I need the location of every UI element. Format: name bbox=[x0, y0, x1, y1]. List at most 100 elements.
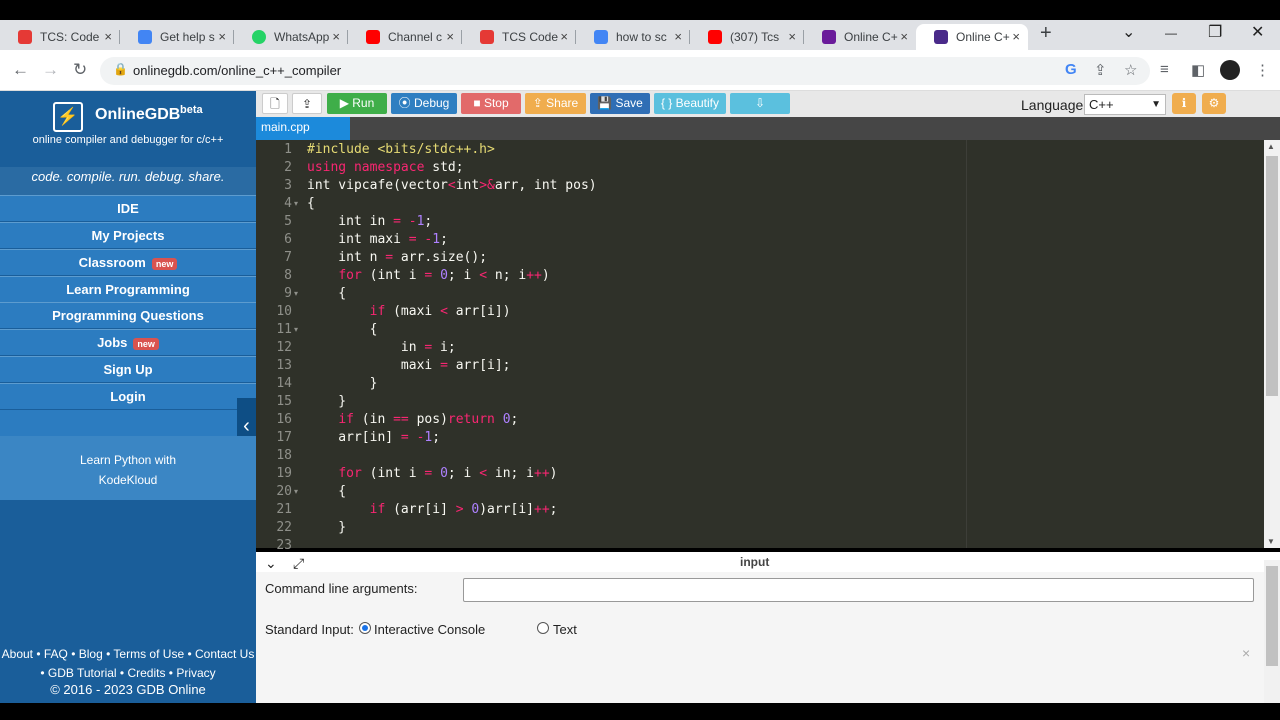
line-number: 21 bbox=[276, 502, 292, 517]
fold-arrow-icon[interactable]: ▾ bbox=[294, 487, 298, 496]
lock-icon[interactable]: 🔒 bbox=[113, 62, 128, 76]
promo-banner[interactable]: Learn Python with KodeKloud bbox=[0, 436, 256, 500]
sidebar-item-sign-up[interactable]: Sign Up bbox=[0, 356, 256, 382]
interactive-console-radio[interactable] bbox=[359, 622, 371, 634]
cmd-args-input[interactable] bbox=[463, 578, 1254, 602]
browser-tab-active[interactable]: Online C+ × bbox=[916, 24, 1028, 50]
back-arrow-icon[interactable]: ← bbox=[12, 60, 29, 80]
reload-icon[interactable]: ↻ bbox=[73, 60, 87, 80]
fold-arrow-icon[interactable]: ▾ bbox=[294, 199, 298, 208]
interactive-console-label[interactable]: Interactive Console bbox=[374, 622, 485, 637]
nav-label: My Projects bbox=[91, 228, 165, 243]
url-text[interactable]: onlinegdb.com/online_c++_compiler bbox=[133, 63, 341, 78]
code-line: arr[in] = -1; bbox=[307, 430, 441, 445]
tab-close-icon[interactable]: × bbox=[104, 29, 112, 44]
share-button[interactable]: ⇪ Share bbox=[525, 93, 586, 114]
sidebar-item-jobs[interactable]: Jobs new bbox=[0, 329, 256, 355]
browser-tab[interactable]: Get help s × bbox=[120, 24, 234, 50]
onlinegdb-favicon-icon bbox=[822, 30, 836, 44]
close-window-button[interactable]: ✕ bbox=[1251, 22, 1264, 42]
upload-icon[interactable]: ⇪ bbox=[292, 93, 322, 114]
copyright: © 2016 - 2023 GDB Online bbox=[50, 682, 206, 697]
restore-button[interactable]: ❐ bbox=[1208, 22, 1222, 42]
expand-panel-icon[interactable]: ⤢ bbox=[293, 555, 304, 572]
input-panel-title: input bbox=[740, 555, 770, 569]
code-line: } bbox=[307, 394, 347, 409]
bookmark-star-icon[interactable]: ☆ bbox=[1124, 61, 1137, 79]
footer-line[interactable]: About • FAQ • Blog • Terms of Use • Cont… bbox=[0, 645, 256, 664]
reading-list-icon[interactable]: ≡ bbox=[1160, 61, 1169, 78]
text-radio[interactable] bbox=[537, 622, 549, 634]
file-tab-main-cpp[interactable]: main.cpp bbox=[256, 117, 350, 140]
new-file-icon[interactable]: 🗋 bbox=[262, 93, 288, 114]
tab-close-icon[interactable]: × bbox=[560, 29, 568, 44]
footer-line[interactable]: • GDB Tutorial • Credits • Privacy bbox=[0, 664, 256, 683]
editor-scrollbar-thumb[interactable] bbox=[1266, 156, 1278, 396]
sidebar-item-programming-questions[interactable]: Programming Questions bbox=[0, 302, 256, 328]
top-frame bbox=[0, 0, 1280, 20]
info-icon[interactable]: ℹ bbox=[1172, 93, 1196, 114]
onlinegdb-favicon-icon bbox=[934, 30, 948, 44]
sidebar-item-ide[interactable]: IDE bbox=[0, 195, 256, 221]
close-icon[interactable]: × bbox=[1242, 645, 1250, 661]
input-panel-scrollbar-thumb[interactable] bbox=[1266, 566, 1278, 666]
code-line: if (in == pos)return 0; bbox=[338, 412, 519, 427]
save-button[interactable]: 💾 Save bbox=[590, 93, 650, 114]
settings-gear-icon[interactable]: ⚙ bbox=[1202, 93, 1226, 114]
share-page-icon[interactable]: ⇪ bbox=[1094, 61, 1107, 79]
text-option-label[interactable]: Text bbox=[553, 622, 577, 637]
browser-tab[interactable]: how to sc × bbox=[576, 24, 690, 50]
tab-close-icon[interactable]: × bbox=[674, 29, 682, 44]
line-number: 5 bbox=[284, 214, 292, 229]
tab-close-icon[interactable]: × bbox=[218, 29, 226, 44]
whatsapp-favicon-icon bbox=[252, 30, 266, 44]
tab-label: how to sc bbox=[616, 30, 667, 44]
tab-close-icon[interactable]: × bbox=[332, 29, 340, 44]
tab-close-icon[interactable]: × bbox=[788, 29, 796, 44]
line-number: 2 bbox=[284, 160, 292, 175]
site-title[interactable]: OnlineGDB bbox=[95, 106, 180, 124]
line-number: 8 bbox=[284, 268, 292, 283]
forward-arrow-icon[interactable]: → bbox=[42, 60, 59, 80]
nav-label: Programming Questions bbox=[52, 308, 204, 323]
tcs-favicon-icon bbox=[480, 30, 494, 44]
print-margin bbox=[966, 140, 967, 548]
browser-tab[interactable]: (307) Tcs × bbox=[690, 24, 804, 50]
fold-arrow-icon[interactable]: ▾ bbox=[294, 289, 298, 298]
tab-label: Channel c bbox=[388, 30, 443, 44]
profile-avatar[interactable] bbox=[1220, 60, 1240, 80]
fold-arrow-icon[interactable]: ▾ bbox=[294, 325, 298, 334]
browser-tab[interactable]: Channel c × bbox=[348, 24, 462, 50]
collapse-panel-icon[interactable]: ⌄ bbox=[265, 555, 277, 572]
debug-button[interactable]: ⦿ Debug bbox=[391, 93, 457, 114]
browser-tab[interactable]: TCS: Code × bbox=[0, 24, 120, 50]
beautify-button[interactable]: { } Beautify bbox=[654, 93, 726, 114]
side-panel-icon[interactable]: ◧ bbox=[1191, 61, 1205, 79]
tab-close-icon[interactable]: × bbox=[1012, 29, 1020, 44]
browser-tab[interactable]: TCS Code × bbox=[462, 24, 576, 50]
more-menu-icon[interactable]: ⋮ bbox=[1255, 61, 1270, 79]
download-button[interactable]: ⇩ bbox=[730, 93, 790, 114]
google-icon[interactable]: G bbox=[1065, 61, 1077, 78]
scroll-up-icon[interactable]: ▲ bbox=[1267, 142, 1275, 151]
sidebar-item-learn-programming[interactable]: Learn Programming bbox=[0, 276, 256, 302]
new-tab-button[interactable]: + bbox=[1040, 22, 1052, 45]
language-select[interactable]: C++ ▼ bbox=[1084, 94, 1166, 115]
onlinegdb-logo-icon[interactable]: ⚡ bbox=[53, 102, 83, 132]
code-line: } bbox=[307, 376, 378, 391]
tab-search-icon[interactable]: ⌄ bbox=[1122, 22, 1135, 42]
browser-tab[interactable]: WhatsApp × bbox=[234, 24, 348, 50]
minimize-button[interactable]: — bbox=[1165, 26, 1177, 40]
line-number: 19 bbox=[276, 466, 292, 481]
scroll-down-icon[interactable]: ▼ bbox=[1267, 537, 1275, 546]
line-number: 11 bbox=[276, 322, 292, 337]
tab-close-icon[interactable]: × bbox=[900, 29, 908, 44]
footer-links[interactable]: About • FAQ • Blog • Terms of Use • Cont… bbox=[0, 645, 256, 683]
sidebar-item-login[interactable]: Login bbox=[0, 383, 256, 409]
sidebar-item-classroom[interactable]: Classroom new bbox=[0, 249, 256, 275]
browser-tab[interactable]: Online C+ × bbox=[804, 24, 916, 50]
tab-close-icon[interactable]: × bbox=[446, 29, 454, 44]
run-button[interactable]: ▶ Run bbox=[327, 93, 387, 114]
stop-button[interactable]: ■ Stop bbox=[461, 93, 521, 114]
sidebar-item-my-projects[interactable]: My Projects bbox=[0, 222, 256, 248]
